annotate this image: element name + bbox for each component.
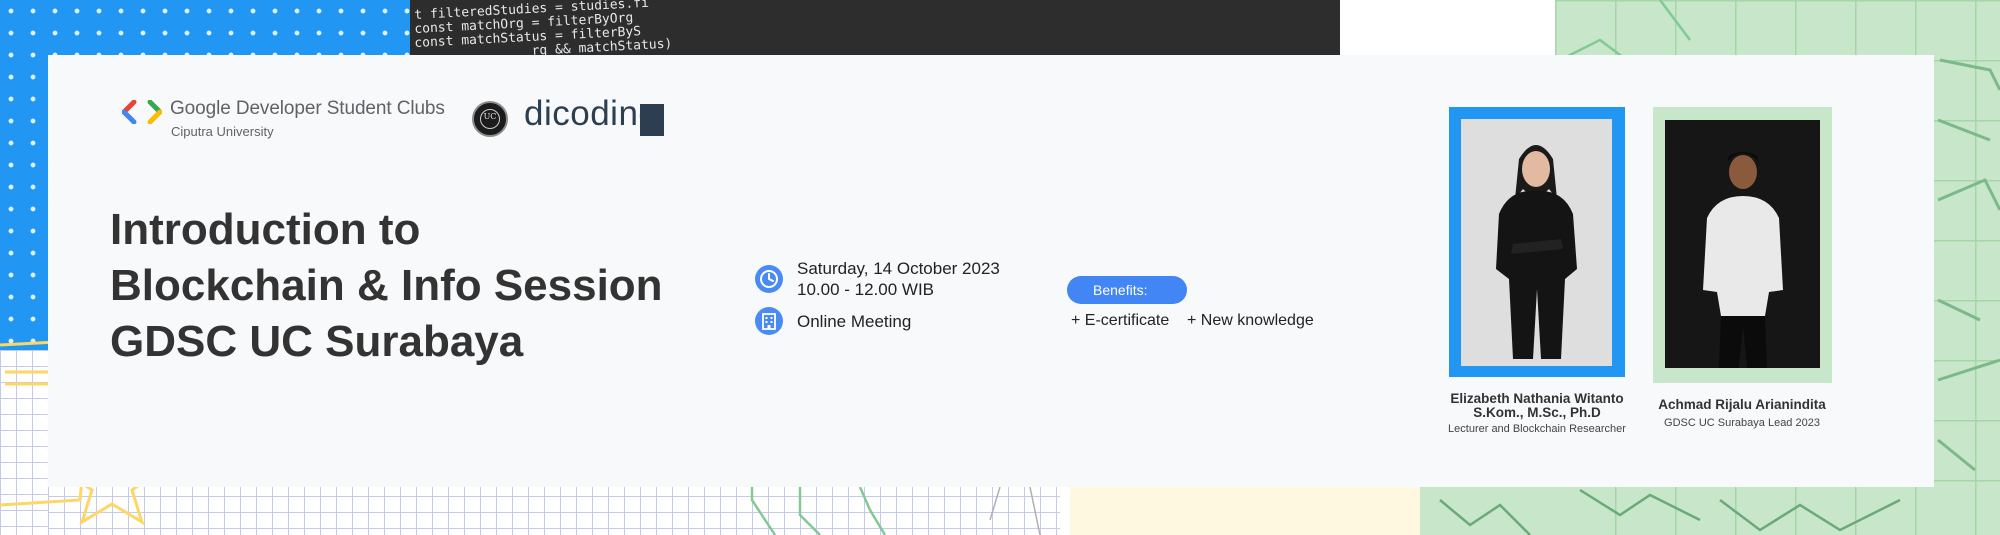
event-date: Saturday, 14 October 2023	[797, 259, 1000, 278]
blue-grid-pattern	[0, 480, 1060, 535]
background-code-snippet: t filteredStudies = studies.fi const mat…	[410, 0, 1345, 55]
speaker-role: GDSC UC Surabaya Lead 2023	[1664, 417, 1820, 429]
gdsc-brackets-icon	[122, 100, 162, 124]
building-icon	[755, 307, 783, 335]
event-location: Online Meeting	[797, 312, 912, 331]
event-title-line: Introduction to	[110, 205, 421, 254]
event-title-line: Blockchain & Info Session	[110, 261, 663, 310]
event-title-line: GDSC UC Surabaya	[110, 317, 524, 366]
blue-dot-pattern-top	[0, 0, 415, 55]
speaker-name: Elizabeth Nathania Witanto	[1450, 391, 1624, 406]
speaker-credentials: S.Kom., M.Sc., Ph.D	[1473, 405, 1601, 420]
person-silhouette-icon	[1703, 152, 1783, 368]
speaker-photo	[1665, 120, 1820, 368]
dicoding-logo: dicoding	[524, 94, 659, 133]
speaker-name: Achmad Rijalu Arianindita	[1658, 397, 1826, 412]
cream-panel	[1070, 480, 1430, 535]
org-university: Ciputra University	[171, 124, 274, 139]
clock-icon	[755, 265, 783, 293]
event-title: Introduction to Blockchain & Info Sessio…	[110, 202, 730, 370]
event-time: 10.00 - 12.00 WIB	[797, 280, 935, 299]
org-name: Google Developer Student Clubs	[170, 98, 445, 119]
speaker-photo	[1461, 119, 1612, 366]
benefit-item: + E-certificate	[1071, 312, 1170, 329]
benefit-item: + New knowledge	[1187, 312, 1314, 329]
benefits-label: Benefits:	[1067, 276, 1187, 304]
person-silhouette-icon	[1496, 145, 1577, 359]
university-seal-icon: UC	[472, 101, 508, 137]
green-panel-bottom	[1420, 480, 1560, 535]
blue-grid-pattern-left	[0, 350, 48, 535]
speaker-role: Lecturer and Blockchain Researcher	[1448, 423, 1626, 435]
seal-text: UC	[483, 112, 497, 121]
